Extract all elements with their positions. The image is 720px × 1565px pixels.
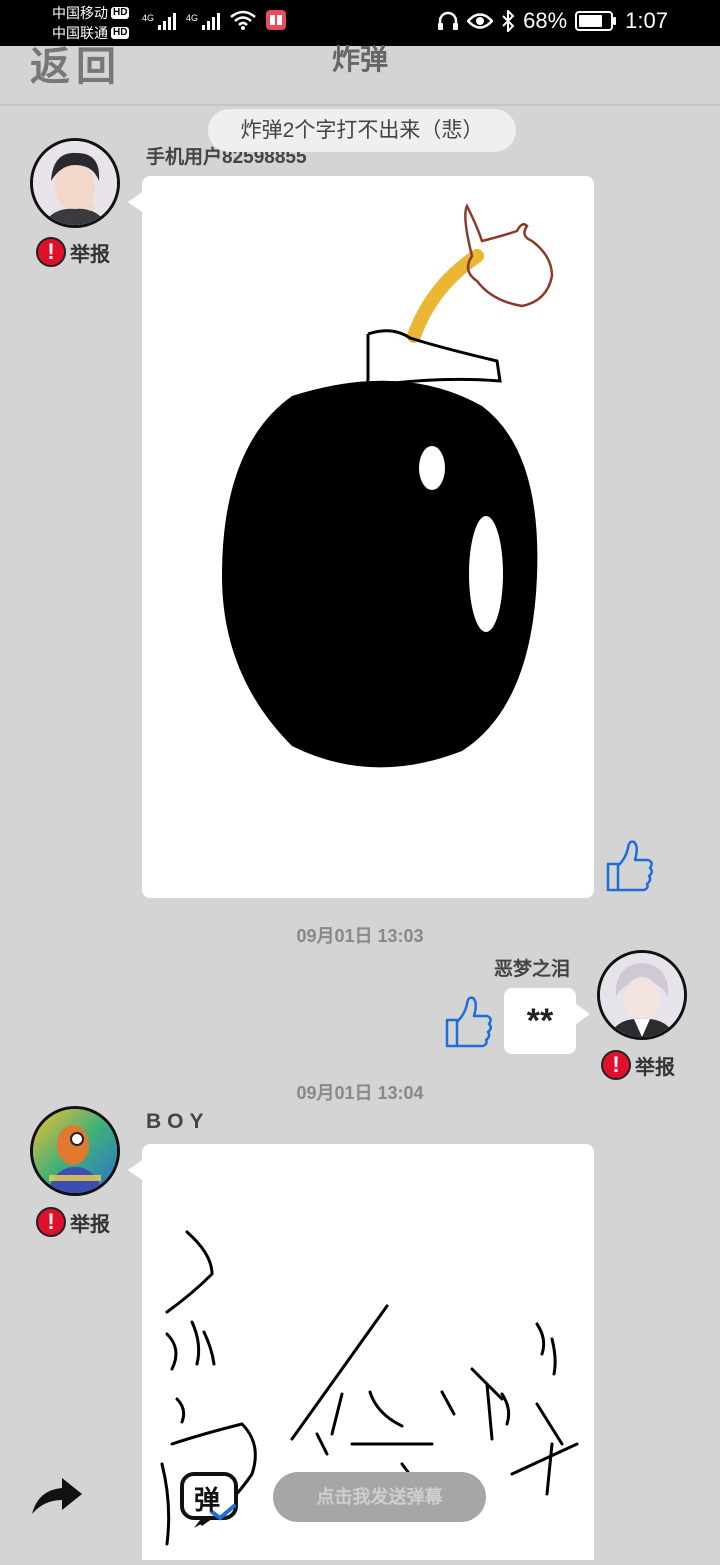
report-icon: ! <box>36 1207 66 1237</box>
like-icon[interactable] <box>443 992 493 1050</box>
danmu-input[interactable]: 点击我发送弹幕 <box>273 1472 486 1522</box>
battery-percent: 68% <box>523 8 568 33</box>
network-type: 4G <box>186 13 199 23</box>
share-icon[interactable] <box>28 1474 84 1518</box>
report-button[interactable]: ! 举报 <box>36 237 110 267</box>
message-drawing[interactable] <box>128 176 594 898</box>
report-icon: ! <box>601 1050 631 1080</box>
signal-icon: 4G <box>142 13 177 30</box>
message-timestamp: 09月01日 13:03 <box>296 926 424 946</box>
bomb-drawing <box>222 203 554 768</box>
signal-icons: 4G 4G <box>142 10 287 30</box>
page-title: 炸弹 <box>331 44 388 75</box>
report-label: 举报 <box>70 243 110 266</box>
report-label: 举报 <box>70 1213 110 1236</box>
battery-icon <box>575 11 617 31</box>
avatar[interactable] <box>30 1106 120 1196</box>
toast-message: 炸弹2个字打不出来（悲） <box>208 109 516 152</box>
username: BOY <box>146 1110 210 1133</box>
header: 返回 炸弹 <box>0 43 720 106</box>
report-icon: ! <box>36 237 66 267</box>
status-right: 68% 1:07 <box>437 8 668 34</box>
report-button[interactable]: ! 举报 <box>601 1050 675 1080</box>
hd-badge: HD <box>111 7 130 19</box>
like-icon[interactable] <box>604 836 654 894</box>
carrier-1: 中国移动 <box>52 5 108 21</box>
network-type: 4G <box>142 13 155 23</box>
username: 恶梦之泪 <box>494 959 571 980</box>
signal-icon: 4G <box>186 13 221 30</box>
wifi-icon <box>230 10 256 30</box>
message-timestamp: 09月01日 13:04 <box>296 1083 424 1103</box>
message-bubble[interactable]: ** <box>504 988 590 1054</box>
avatar-portrait-icon <box>600 953 684 1037</box>
avatar[interactable] <box>597 950 687 1040</box>
message-text: ** <box>526 1002 554 1040</box>
danmu-badge-text: 弹 <box>194 1485 221 1515</box>
report-label: 举报 <box>635 1056 675 1079</box>
eye-icon <box>467 13 494 29</box>
clock: 1:07 <box>625 8 668 33</box>
bluetooth-icon <box>502 10 515 32</box>
headphones-icon <box>438 11 459 30</box>
avatar-portrait-icon <box>33 1109 117 1193</box>
report-button[interactable]: ! 举报 <box>36 1207 110 1237</box>
notification-app-icon <box>266 10 287 30</box>
avatar-portrait-icon <box>33 141 117 225</box>
danmu-icon[interactable]: 弹 <box>176 1470 244 1533</box>
avatar[interactable] <box>30 138 120 228</box>
